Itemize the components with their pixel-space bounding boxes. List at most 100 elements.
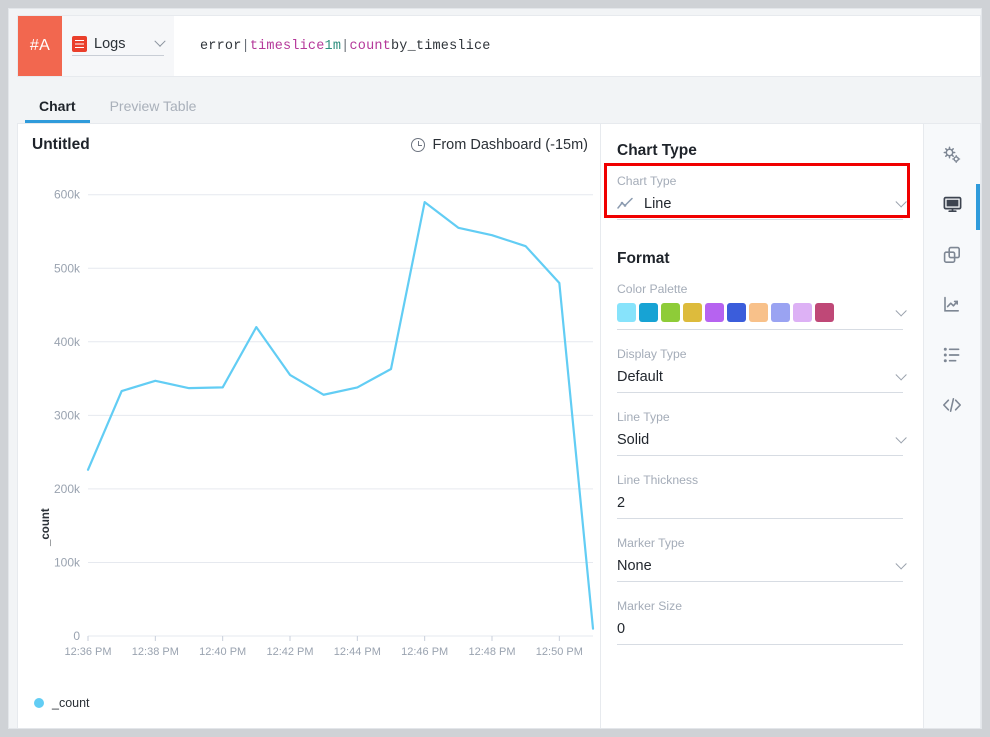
- color-swatch: [771, 303, 790, 322]
- y-tick-label: 600k: [54, 188, 81, 202]
- field-display-type[interactable]: Display Type Default: [617, 347, 903, 393]
- y-tick-label: 300k: [54, 408, 81, 422]
- field-marker-type[interactable]: Marker Type None: [617, 536, 903, 582]
- field-line-type[interactable]: Line Type Solid: [617, 410, 903, 456]
- field-label-chart-type: Chart Type: [617, 174, 903, 188]
- x-tick-label: 12:46 PM: [401, 646, 448, 658]
- query-input[interactable]: error | timeslice 1m | count by _timesli…: [174, 16, 980, 76]
- chart-title: Untitled: [32, 136, 90, 154]
- field-color-palette[interactable]: Color Palette: [617, 282, 903, 330]
- marker-size-input[interactable]: 0: [617, 620, 903, 645]
- query-token: timeslice: [250, 39, 325, 54]
- color-swatch: [815, 303, 834, 322]
- x-tick-label: 12:48 PM: [468, 646, 515, 658]
- y-tick-label: 400k: [54, 335, 81, 349]
- display-monitor-icon: [943, 196, 962, 218]
- x-tick-label: 12:44 PM: [334, 646, 381, 658]
- line-thickness-input[interactable]: 2: [617, 494, 903, 519]
- color-swatch: [617, 303, 636, 322]
- field-marker-size[interactable]: Marker Size 0: [617, 599, 903, 645]
- rail-button-list[interactable]: [937, 342, 967, 372]
- section-title-chart-type: Chart Type: [617, 142, 903, 160]
- chevron-down-icon: [895, 432, 906, 443]
- time-range-indicator[interactable]: From Dashboard (-15m): [411, 137, 588, 153]
- color-swatch: [793, 303, 812, 322]
- field-value-color-palette[interactable]: [617, 303, 903, 330]
- chevron-down-icon: [154, 36, 165, 47]
- color-swatch: [749, 303, 768, 322]
- marker-type-value: None: [617, 558, 652, 574]
- color-swatch: [683, 303, 702, 322]
- x-tick-label: 12:40 PM: [199, 646, 246, 658]
- field-value-display-type[interactable]: Default: [617, 368, 903, 393]
- query-token: count: [349, 39, 391, 54]
- tab-strip: Chart Preview Table: [17, 85, 981, 123]
- rail-button-settings-gears[interactable]: [937, 142, 967, 172]
- legend-label: _count: [52, 696, 90, 710]
- rail-button-code[interactable]: [937, 392, 967, 422]
- rail-active-indicator: [976, 184, 980, 230]
- field-value-line-type[interactable]: Solid: [617, 431, 903, 456]
- field-value-chart-type[interactable]: Line: [617, 195, 903, 220]
- line-chart[interactable]: 0100k200k300k400k500k600k12:36 PM12:38 P…: [18, 166, 601, 686]
- line-chart-icon: [617, 197, 634, 210]
- chart-pane: Untitled From Dashboard (-15m) 0100k200k…: [18, 124, 601, 728]
- editor-body: Untitled From Dashboard (-15m) 0 100k 200k…: [17, 123, 981, 729]
- chart-legend[interactable]: _count: [34, 696, 90, 710]
- axes-chart-icon: [943, 296, 961, 319]
- list-icon: [943, 347, 961, 368]
- x-tick-label: 12:36 PM: [64, 646, 111, 658]
- field-label-color-palette: Color Palette: [617, 282, 903, 296]
- query-token: |: [341, 39, 349, 54]
- y-tick-label: 200k: [54, 482, 81, 496]
- field-label-line-type: Line Type: [617, 410, 903, 424]
- color-swatch-row: [617, 303, 834, 322]
- display-type-value: Default: [617, 369, 663, 385]
- logs-icon: [72, 36, 87, 52]
- color-swatch: [639, 303, 658, 322]
- field-label-line-thickness: Line Thickness: [617, 473, 903, 487]
- field-value-marker-type[interactable]: None: [617, 557, 903, 582]
- tab-preview-table[interactable]: Preview Table: [96, 98, 211, 123]
- query-token: _timeslice: [408, 39, 491, 54]
- rail-button-axes-chart[interactable]: [937, 292, 967, 322]
- query-badge[interactable]: #A: [18, 16, 62, 76]
- rail-button-display-monitor[interactable]: [937, 192, 967, 222]
- source-label: Logs: [94, 36, 125, 52]
- color-swatch: [705, 303, 724, 322]
- panel-editor-window: #A Logs error | timeslice 1m | count by …: [8, 8, 982, 729]
- time-range-label: From Dashboard (-15m): [432, 137, 588, 153]
- y-axis-title: _count: [40, 508, 52, 546]
- source-selector[interactable]: Logs: [62, 16, 174, 76]
- field-chart-type[interactable]: Chart Type Line: [617, 174, 903, 220]
- chart-header: Untitled From Dashboard (-15m): [18, 124, 600, 166]
- field-line-thickness[interactable]: Line Thickness 2: [617, 473, 903, 519]
- field-label-marker-type: Marker Type: [617, 536, 903, 550]
- line-type-value: Solid: [617, 432, 649, 448]
- clock-icon: [411, 138, 425, 152]
- field-label-display-type: Display Type: [617, 347, 903, 361]
- chevron-down-icon: [895, 196, 906, 207]
- tab-chart[interactable]: Chart: [25, 98, 90, 123]
- query-bar: #A Logs error | timeslice 1m | count by …: [17, 15, 981, 77]
- field-label-marker-size: Marker Size: [617, 599, 903, 613]
- chevron-down-icon: [895, 558, 906, 569]
- query-token: by: [391, 39, 408, 54]
- legend-swatch: [34, 698, 44, 708]
- query-token: 1m: [325, 39, 342, 54]
- chevron-down-icon: [895, 305, 906, 316]
- query-token: |: [242, 39, 250, 54]
- chart-svg: 0100k200k300k400k500k600k12:36 PM12:38 P…: [18, 166, 601, 686]
- rail-button-layers-copy[interactable]: [937, 242, 967, 272]
- layers-copy-icon: [943, 246, 961, 269]
- color-swatch: [727, 303, 746, 322]
- section-title-format: Format: [617, 250, 903, 268]
- settings-gears-icon: [943, 146, 961, 169]
- color-swatch: [661, 303, 680, 322]
- x-tick-label: 12:38 PM: [132, 646, 179, 658]
- y-tick-label: 100k: [54, 555, 81, 569]
- y-tick-label: 500k: [54, 261, 81, 275]
- chart-type-value: Line: [644, 196, 671, 212]
- side-rail: [924, 124, 980, 728]
- x-tick-label: 12:50 PM: [536, 646, 583, 658]
